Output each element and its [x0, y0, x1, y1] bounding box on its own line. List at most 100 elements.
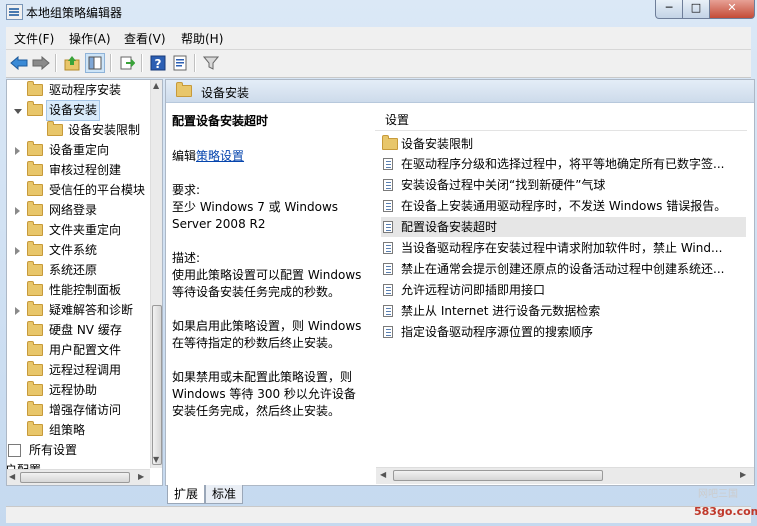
- toolbar-separator: [110, 54, 112, 72]
- toolbar: ?: [6, 50, 751, 78]
- folder-icon: [27, 381, 43, 396]
- folder-icon: [27, 221, 43, 236]
- window-title: 本地组策略编辑器: [26, 6, 123, 20]
- scroll-right-icon[interactable]: ▶: [740, 470, 746, 479]
- title-bar: 本地组策略编辑器 ─ □ ✕: [0, 0, 757, 24]
- column-header-setting[interactable]: 设置: [375, 106, 747, 131]
- description-label: 描述:: [172, 251, 201, 265]
- menu-bar: 文件(F) 操作(A) 查看(V) 帮助(H): [6, 27, 751, 50]
- folder-icon: [47, 121, 63, 136]
- up-folder-icon[interactable]: [62, 53, 82, 73]
- properties-icon[interactable]: [170, 53, 190, 73]
- details-pane: 设备安装 配置设备安装超时 编辑策略设置 要求: 至少 Windows 7 或 …: [165, 79, 755, 486]
- toolbar-separator: [55, 54, 57, 72]
- list-item[interactable]: 指定设备驱动程序源位置的搜索顺序: [381, 322, 746, 342]
- menu-file[interactable]: 文件(F): [14, 30, 54, 47]
- scroll-left-icon[interactable]: ◀: [9, 472, 15, 481]
- scroll-down-icon[interactable]: ▼: [153, 455, 159, 464]
- close-button[interactable]: ✕: [709, 0, 755, 19]
- edit-policy-link[interactable]: 策略设置: [196, 149, 244, 163]
- folder-icon: [27, 181, 43, 196]
- tree-vertical-scrollbar[interactable]: ▲ ▼: [150, 80, 162, 468]
- description-paragraph-1: 使用此策略设置可以配置 Windows 等待设备安装任务完成的秒数。: [172, 268, 362, 299]
- tree-vertical-scroll-thumb[interactable]: [152, 305, 162, 465]
- list-item[interactable]: 在驱动程序分级和选择过程中，将平等地确定所有已数字签...: [381, 154, 746, 174]
- menu-view[interactable]: 查看(V): [124, 30, 166, 47]
- folder-icon: [27, 161, 43, 176]
- setting-icon: [383, 242, 393, 254]
- details-header-title: 设备安装: [201, 86, 250, 100]
- list-item[interactable]: 禁止从 Internet 进行设备元数据检索: [381, 301, 746, 321]
- tree-horizontal-scrollbar[interactable]: ◀ ▶: [7, 469, 150, 485]
- folder-icon: [27, 401, 43, 416]
- export-list-icon[interactable]: [117, 53, 137, 73]
- list-item-selected[interactable]: 配置设备安装超时: [381, 217, 746, 237]
- folder-icon: [176, 82, 192, 97]
- maximize-button[interactable]: □: [682, 0, 710, 19]
- setting-icon: [383, 221, 393, 233]
- forward-icon[interactable]: [31, 53, 51, 73]
- toolbar-separator: [141, 54, 143, 72]
- expand-arrow-icon[interactable]: [15, 307, 20, 315]
- description-paragraph-3: 如果禁用或未配置此策略设置，则 Windows 等待 300 秒以允许设备安装任…: [172, 370, 356, 418]
- list-item[interactable]: 当设备驱动程序在安装过程中请求附加软件时，禁止 Wind...: [381, 238, 746, 258]
- scroll-right-icon[interactable]: ▶: [138, 472, 144, 481]
- setting-icon: [383, 284, 393, 296]
- toolbar-separator: [194, 54, 196, 72]
- minimize-button[interactable]: ─: [655, 0, 683, 19]
- list-item[interactable]: 设备安装限制: [381, 134, 746, 154]
- all-settings-icon: [8, 444, 21, 457]
- menu-action[interactable]: 操作(A): [69, 30, 111, 47]
- watermark-line-1: 网吧三国: [698, 489, 738, 500]
- folder-icon: [27, 141, 43, 156]
- app-window: 本地组策略编辑器 ─ □ ✕ 文件(F) 操作(A) 查看(V) 帮助(H) ?: [0, 0, 757, 526]
- menu-help[interactable]: 帮助(H): [181, 30, 223, 47]
- filter-icon[interactable]: [201, 53, 221, 73]
- scroll-left-icon[interactable]: ◀: [380, 470, 386, 479]
- back-icon[interactable]: [9, 53, 29, 73]
- list-item[interactable]: 禁止在通常会提示创建还原点的设备活动过程中创建系统还...: [381, 259, 746, 279]
- description-paragraph-2: 如果启用此策略设置，则 Windows 在等待指定的秒数后终止安装。: [172, 319, 362, 350]
- folder-icon: [27, 201, 43, 216]
- list-item[interactable]: 允许远程访问即插即用接口: [381, 280, 746, 300]
- folder-icon: [27, 261, 43, 276]
- setting-icon: [383, 305, 393, 317]
- settings-list: 设置 设备安装限制 在驱动程序分级和选择过程中，将平等地确定所有已数字签... …: [371, 106, 754, 485]
- setting-icon: [383, 200, 393, 212]
- requirement-label: 要求:: [172, 183, 201, 197]
- folder-icon: [27, 241, 43, 256]
- show-hide-tree-icon[interactable]: [85, 53, 105, 73]
- watermark: 网吧三国 583go.com: [690, 485, 757, 521]
- expand-arrow-icon[interactable]: [15, 247, 20, 255]
- list-horizontal-scrollbar[interactable]: ◀ ▶: [376, 467, 754, 484]
- expand-arrow-icon[interactable]: [14, 109, 22, 114]
- policy-description: 配置设备安装超时 编辑策略设置 要求: 至少 Windows 7 或 Windo…: [172, 113, 367, 420]
- list-item[interactable]: 安装设备过程中关闭“找到新硬件”气球: [381, 175, 746, 195]
- folder-icon: [27, 421, 43, 436]
- expand-arrow-icon[interactable]: [15, 147, 20, 155]
- gpedit-app-icon: [6, 4, 23, 20]
- setting-icon: [383, 326, 393, 338]
- expand-arrow-icon[interactable]: [15, 207, 20, 215]
- tab-standard[interactable]: 标准: [205, 485, 244, 504]
- folder-icon: [27, 341, 43, 356]
- edit-prefix: 编辑: [172, 149, 197, 163]
- setting-icon: [383, 263, 393, 275]
- requirement-text: 至少 Windows 7 或 Windows Server 2008 R2: [172, 200, 339, 231]
- view-tabs: 扩展 标准: [165, 485, 465, 505]
- status-bar: [6, 506, 751, 523]
- help-icon[interactable]: ?: [148, 53, 168, 73]
- folder-icon: [27, 281, 43, 296]
- setting-icon: [383, 179, 393, 191]
- tree-horizontal-scroll-thumb[interactable]: [20, 472, 130, 483]
- svg-text:?: ?: [155, 57, 162, 71]
- policy-title: 配置设备安装超时: [172, 114, 269, 128]
- tab-extended[interactable]: 扩展: [167, 485, 206, 504]
- details-header: 设备安装: [166, 80, 754, 103]
- list-item[interactable]: 在设备上安装通用驱动程序时，不发送 Windows 错误报告。: [381, 196, 746, 216]
- scroll-up-icon[interactable]: ▲: [153, 81, 159, 90]
- watermark-line-2: 583go.com: [694, 505, 757, 518]
- folder-icon: [27, 321, 43, 336]
- tree-pane[interactable]: 驱动程序安装 设备安装 设备安装限制 设备重定向 审核过程创建 受信任的平台模块: [6, 79, 163, 486]
- list-horizontal-scroll-thumb[interactable]: [393, 470, 603, 481]
